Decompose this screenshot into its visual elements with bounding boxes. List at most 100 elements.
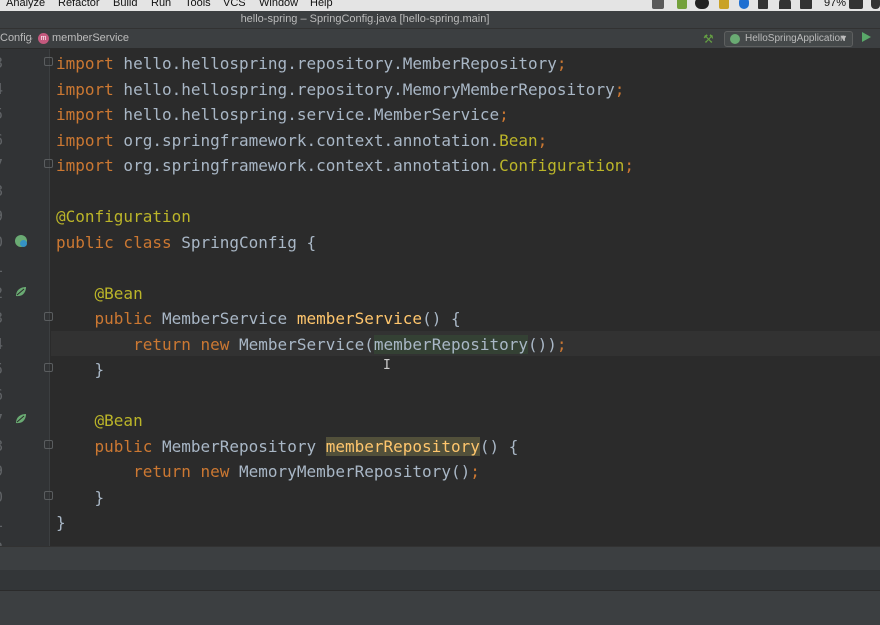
code-line[interactable]: import org.springframework.context.annot… [56, 128, 547, 153]
code-token: ; [499, 105, 509, 124]
code-line[interactable]: public MemberRepository memberRepository… [56, 434, 518, 459]
code-line[interactable]: public class SpringConfig { [56, 230, 316, 255]
code-token: memberRepository [325, 436, 480, 456]
line-number: 0 [0, 485, 10, 510]
app-tray-icon[interactable] [677, 0, 687, 9]
menu-refactor[interactable]: Refactor [58, 0, 100, 10]
code-editor[interactable]: 34567890123456789012 import hello.hellos… [0, 49, 880, 546]
code-line[interactable]: @Bean [56, 281, 143, 306]
code-line[interactable]: @Bean [56, 408, 143, 433]
method-badge-icon: m [38, 33, 49, 44]
chevron-down-icon: ▼ [839, 33, 848, 43]
breadcrumb-method[interactable]: memberService [52, 32, 129, 44]
code-token: } [56, 513, 66, 532]
spring-app-icon [730, 34, 740, 44]
menu-run[interactable]: Run [151, 0, 171, 10]
code-token: ()) [528, 334, 557, 354]
shield-icon[interactable] [719, 0, 729, 9]
run-icon[interactable] [862, 32, 871, 42]
search-icon[interactable] [871, 0, 880, 9]
code-token: return new [133, 462, 230, 481]
code-token: import [56, 54, 114, 73]
code-token: ; [624, 156, 634, 175]
volume-icon[interactable] [800, 0, 812, 9]
code-line[interactable]: return new MemoryMemberRepository(); [56, 459, 480, 484]
code-token: Configuration [499, 156, 625, 175]
spring-bean-icon[interactable] [14, 285, 28, 299]
code-token: org.springframework.context.annotation. [113, 156, 500, 175]
line-number: 6 [0, 128, 10, 153]
code-line[interactable]: } [56, 510, 66, 535]
code-line[interactable]: import org.springframework.context.annot… [56, 153, 634, 178]
code-line[interactable]: @Configuration [56, 204, 191, 229]
code-line[interactable]: import hello.hellospring.repository.Memo… [56, 77, 624, 102]
code-line[interactable]: import hello.hellospring.repository.Memb… [56, 51, 567, 76]
code-token: Bean [499, 130, 538, 150]
line-number: 5 [0, 357, 10, 382]
code-token: org.springframework.context.annotation. [113, 130, 500, 150]
code-line[interactable]: public MemberService memberService() { [56, 306, 461, 331]
code-line[interactable]: return new MemberService(memberRepositor… [56, 332, 567, 357]
code-token: import [56, 105, 114, 124]
fold-marker-icon[interactable] [44, 312, 53, 321]
menu-help[interactable]: Help [310, 0, 333, 10]
code-token: ; [537, 130, 548, 150]
code-token: ; [470, 462, 480, 481]
line-number: 3 [0, 306, 10, 331]
code-line[interactable]: import hello.hellospring.service.MemberS… [56, 102, 509, 127]
menu-vcs[interactable]: VCS [223, 0, 246, 10]
battery-icon[interactable] [849, 0, 863, 9]
build-hammer-icon[interactable]: ⚒ [703, 32, 714, 46]
g-icon[interactable] [739, 0, 749, 9]
grid-icon[interactable] [758, 0, 768, 9]
code-token: ; [614, 79, 625, 99]
line-number: 2 [0, 536, 10, 547]
line-number: 9 [0, 204, 10, 229]
line-number: 8 [0, 434, 10, 459]
code-token: memberRepository [373, 334, 529, 354]
line-number: 4 [0, 77, 10, 102]
code-token: hello.hellospring.repository.MemberRepos… [113, 54, 557, 73]
window-titlebar: hello-spring – SpringConfig.java [hello-… [0, 11, 880, 29]
breadcrumb-class[interactable]: Config [0, 32, 32, 44]
spring-bean-config-icon[interactable] [14, 234, 28, 248]
line-number: 1 [0, 510, 10, 535]
fold-marker-icon[interactable] [44, 440, 53, 449]
code-token: @Bean [94, 283, 143, 303]
spring-bean-icon[interactable] [14, 412, 28, 426]
menu-window[interactable]: Window [259, 0, 298, 10]
fold-marker-icon[interactable] [44, 363, 53, 372]
code-token: MemberService [152, 309, 297, 328]
code-token: return new [133, 334, 230, 354]
bottom-tool-window-bar [0, 546, 880, 570]
breadcrumb-separator-icon: › [29, 31, 33, 45]
bottom-panel [0, 570, 880, 590]
menu-analyze[interactable]: Analyze [6, 0, 45, 10]
line-number: 1 [0, 255, 10, 280]
code-token: } [56, 487, 105, 507]
code-line[interactable]: } [56, 357, 105, 382]
fold-marker-icon[interactable] [44, 57, 53, 66]
run-configuration-select[interactable]: HelloSpringApplication ▼ [724, 31, 853, 47]
line-number: 6 [0, 383, 10, 408]
code-token: import [56, 156, 114, 175]
code-token: memberService [296, 309, 423, 328]
line-number: 7 [0, 153, 10, 178]
fold-marker-icon[interactable] [44, 159, 53, 168]
code-line[interactable]: } [56, 485, 105, 510]
menu-tools[interactable]: Tools [185, 0, 211, 10]
screen-capture-icon[interactable] [652, 0, 664, 9]
line-number: 8 [0, 179, 10, 204]
menu-build[interactable]: Build [113, 0, 137, 10]
battery-percent: 97% [824, 0, 847, 9]
cloud-icon[interactable] [695, 0, 709, 9]
run-configuration-label: HelloSpringApplication [745, 33, 846, 44]
code-token: public [94, 436, 153, 456]
wifi-icon[interactable] [779, 0, 791, 9]
window-title: hello-spring – SpringConfig.java [hello-… [240, 13, 490, 25]
fold-marker-icon[interactable] [44, 491, 53, 500]
